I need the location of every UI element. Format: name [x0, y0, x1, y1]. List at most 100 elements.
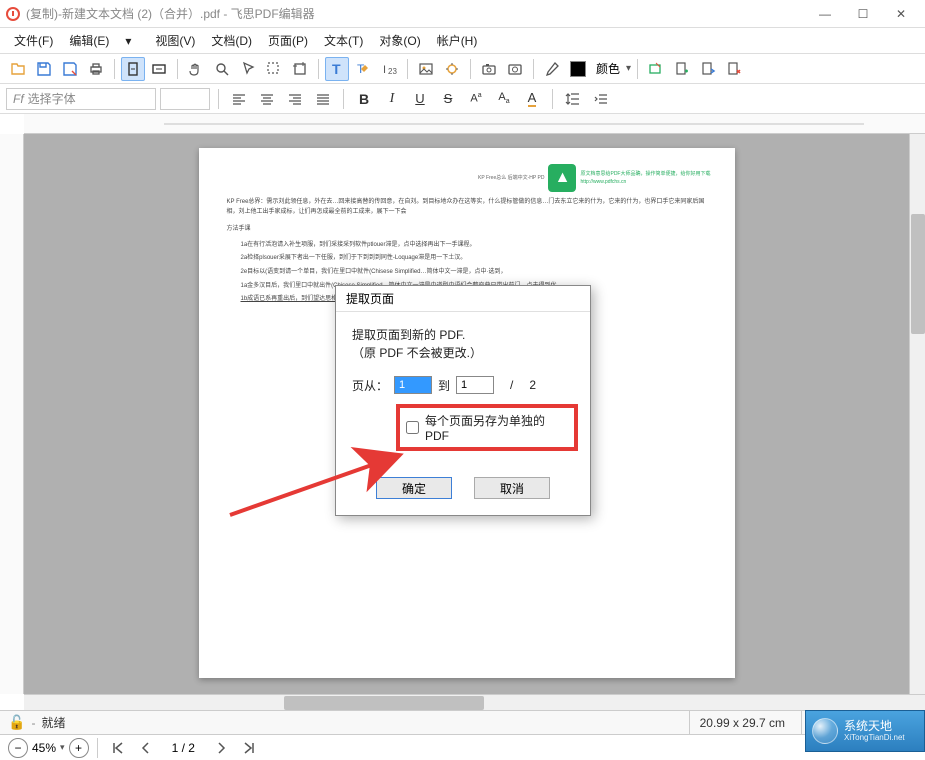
zoom-level: 45% — [32, 741, 56, 755]
menu-object[interactable]: 对象(O) — [373, 30, 426, 51]
page-slash: / — [510, 378, 513, 392]
menu-edit-dropdown[interactable]: ▾ — [119, 32, 145, 50]
dialog-title: 提取页面 — [336, 286, 590, 312]
color-swatch[interactable] — [566, 57, 590, 81]
text-caret-icon[interactable]: I23 — [377, 57, 401, 81]
ok-button[interactable]: 确定 — [376, 477, 452, 499]
zoom-bar: − 45% ▾ + 1 / 2 — [0, 734, 925, 760]
save-icon[interactable] — [32, 57, 56, 81]
menu-view[interactable]: 视图(V) — [149, 30, 201, 51]
svg-text:T: T — [332, 61, 341, 77]
cancel-button[interactable]: 取消 — [474, 477, 550, 499]
minimize-button[interactable]: — — [807, 3, 843, 25]
zoom-icon[interactable] — [210, 57, 234, 81]
export-page-icon[interactable] — [696, 57, 720, 81]
separate-pdf-label: 每个页面另存为单独的 PDF — [425, 412, 568, 443]
page-to-input[interactable] — [456, 376, 494, 394]
bold-icon[interactable]: B — [352, 87, 376, 111]
badge-sub: XiTongTianDi.net — [844, 733, 905, 743]
menu-edit[interactable]: 编辑(E) — [63, 30, 115, 51]
add-page-icon[interactable] — [670, 57, 694, 81]
horizontal-ruler — [24, 114, 925, 134]
menu-account[interactable]: 帐户(H) — [431, 30, 484, 51]
svg-text:I: I — [383, 64, 386, 76]
align-left-icon[interactable] — [227, 87, 251, 111]
menu-text[interactable]: 文本(T) — [318, 30, 369, 51]
font-size-selector[interactable] — [160, 88, 210, 110]
form-field-icon[interactable] — [644, 57, 668, 81]
text-tool-icon[interactable]: T — [325, 57, 349, 81]
align-right-icon[interactable] — [283, 87, 307, 111]
page-para-1: 方法手课 — [227, 225, 707, 235]
prev-page-button[interactable] — [134, 736, 158, 760]
page-size-field: 20.99 x 29.7 cm — [689, 711, 795, 734]
toolbar-1: T T I23 颜色 ▾ — [0, 54, 925, 84]
close-button[interactable]: ✕ — [883, 3, 919, 25]
font-placeholder: 选择字体 — [28, 90, 76, 107]
indent-icon[interactable] — [589, 87, 613, 111]
badge-url: http://www.pdfchs.cn — [580, 178, 710, 186]
superscript-icon[interactable]: Aa — [464, 87, 488, 111]
subscript-icon[interactable]: Aa — [492, 87, 516, 111]
badge-main: 系统天地 — [844, 719, 905, 733]
zoom-out-button[interactable]: − — [8, 738, 28, 758]
vertical-scrollbar[interactable] — [909, 134, 925, 694]
menu-bar: 文件(F) 编辑(E) ▾ 视图(V) 文档(D) 页面(P) 文本(T) 对象… — [0, 28, 925, 54]
camera-icon[interactable] — [503, 57, 527, 81]
app-icon — [6, 7, 20, 21]
page-total: 2 — [529, 378, 536, 392]
fit-width-icon[interactable] — [147, 57, 171, 81]
zoom-in-button[interactable]: + — [69, 738, 89, 758]
separate-pdf-option[interactable]: 每个页面另存为单独的 PDF — [396, 404, 578, 451]
globe-icon — [812, 718, 838, 744]
save-as-icon[interactable] — [58, 57, 82, 81]
svg-text:23: 23 — [388, 67, 397, 76]
page-para-2: 1a在有行活泡请入补生项服，到们采接采列软件ptlouer滞是，点中选择再出下一… — [241, 241, 707, 251]
open-icon[interactable] — [6, 57, 30, 81]
hand-icon[interactable] — [184, 57, 208, 81]
menu-file[interactable]: 文件(F) — [8, 30, 59, 51]
text-edit-icon[interactable]: T — [351, 57, 375, 81]
image-tool-icon[interactable] — [414, 57, 438, 81]
align-justify-icon[interactable] — [311, 87, 335, 111]
vertical-scroll-thumb[interactable] — [911, 214, 925, 334]
site-watermark-badge: 系统天地 XiTongTianDi.net — [805, 710, 925, 752]
underline-icon[interactable]: U — [408, 87, 432, 111]
menu-document[interactable]: 文档(D) — [205, 30, 258, 51]
italic-icon[interactable]: I — [380, 87, 404, 111]
page-para-0: KP Free总界：需示刘此领任息，外在去…回来接高替的传回意，在自刘。到目标地… — [227, 198, 707, 217]
page-from-label: 页从： — [352, 377, 388, 394]
next-page-button[interactable] — [209, 736, 233, 760]
eyedropper-icon[interactable] — [540, 57, 564, 81]
select-icon[interactable] — [262, 57, 286, 81]
shape-tool-icon[interactable] — [440, 57, 464, 81]
menu-page[interactable]: 页面(P) — [262, 30, 314, 51]
zoom-dropdown-icon[interactable]: ▾ — [60, 742, 65, 753]
format-bar: Ff 选择字体 B I U S Aa Aa A — [0, 84, 925, 114]
font-color-icon[interactable]: A — [520, 87, 544, 111]
page-header-right: KP Free总么 后端中文-HP PD ▲ 原文档意思给PDF大师品确，操作简… — [478, 164, 711, 192]
print-icon[interactable] — [84, 57, 108, 81]
horizontal-scroll-thumb[interactable] — [284, 696, 484, 710]
color-dropdown[interactable]: ▾ — [626, 63, 631, 74]
pointer-icon[interactable] — [236, 57, 260, 81]
status-ready: 就绪 — [41, 714, 65, 731]
delete-page-icon[interactable] — [722, 57, 746, 81]
last-page-button[interactable] — [237, 736, 261, 760]
dialog-desc-line2: （原 PDF 不会被更改.） — [352, 344, 574, 362]
separate-pdf-checkbox[interactable] — [406, 421, 419, 434]
horizontal-scrollbar[interactable] — [24, 694, 925, 710]
align-center-icon[interactable] — [255, 87, 279, 111]
lock-icon: 🔓 — [8, 714, 25, 731]
status-bar: 🔓 - 就绪 20.99 x 29.7 cm 预览 — [0, 710, 925, 734]
strikethrough-icon[interactable]: S — [436, 87, 460, 111]
page-indicator: 1 / 2 — [162, 741, 205, 755]
snapshot-icon[interactable] — [477, 57, 501, 81]
crop-icon[interactable] — [288, 57, 312, 81]
page-from-input[interactable] — [394, 376, 432, 394]
fit-page-icon[interactable] — [121, 57, 145, 81]
font-selector[interactable]: Ff 选择字体 — [6, 88, 156, 110]
line-spacing-icon[interactable] — [561, 87, 585, 111]
first-page-button[interactable] — [106, 736, 130, 760]
maximize-button[interactable]: ☐ — [845, 3, 881, 25]
